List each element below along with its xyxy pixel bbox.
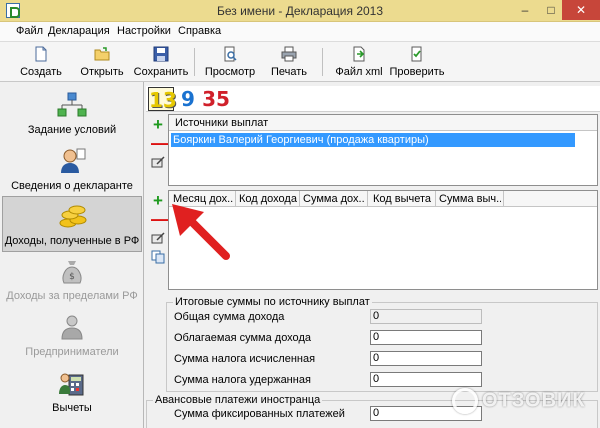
col-deduction-sum[interactable]: Сумма выч... bbox=[439, 193, 501, 205]
money-bag-icon: $ bbox=[62, 261, 82, 284]
preview-label: Просмотр bbox=[204, 66, 256, 78]
create-label: Создать bbox=[20, 66, 62, 78]
minimize-button[interactable]: – bbox=[512, 0, 538, 20]
rate-13-tab[interactable]: 13 bbox=[148, 87, 177, 112]
save-label: Сохранить bbox=[133, 66, 189, 78]
printer-icon bbox=[281, 46, 297, 62]
title-bar: Без имени - Декларация 2013 – □ ✕ bbox=[0, 0, 600, 22]
tax-calculated-field[interactable]: 0 bbox=[370, 351, 482, 366]
rate-9-tab[interactable]: 9 bbox=[180, 87, 196, 111]
preview-button[interactable]: Просмотр bbox=[202, 44, 258, 80]
calculator-icon bbox=[59, 373, 84, 396]
section-navigation: Задание условий Сведения о декларанте До… bbox=[0, 82, 144, 428]
check-label: Проверить bbox=[389, 66, 445, 78]
nav-income-abroad-label: Доходы за пределами РФ bbox=[6, 290, 138, 302]
remove-income-button[interactable]: — bbox=[151, 210, 169, 228]
nav-conditions-label: Задание условий bbox=[27, 124, 117, 136]
taxable-income-field[interactable]: 0 bbox=[370, 330, 482, 345]
create-button[interactable]: Создать bbox=[14, 44, 68, 80]
income-panel: 13 9 35 + — Источники выплат Бояркин Вал… bbox=[146, 82, 600, 428]
totals-title: Итоговые суммы по источнику выплат bbox=[173, 296, 372, 308]
window-title: Без имени - Декларация 2013 bbox=[216, 4, 384, 18]
tax-calculated-label: Сумма налога исчисленная bbox=[174, 353, 316, 365]
toolbar: Создать Открыть Сохранить Просмотр Печат… bbox=[0, 42, 600, 82]
col-income-code[interactable]: Код дохода bbox=[239, 193, 299, 205]
close-button[interactable]: ✕ bbox=[562, 0, 600, 20]
add-source-button[interactable]: + bbox=[151, 116, 165, 133]
floppy-disk-icon bbox=[153, 46, 169, 62]
nav-entrepreneurs-label: Предприниматели bbox=[25, 346, 119, 358]
open-folder-icon bbox=[94, 47, 110, 61]
person-icon bbox=[61, 148, 86, 173]
preview-icon bbox=[224, 46, 237, 62]
save-button[interactable]: Сохранить bbox=[133, 44, 189, 80]
tax-rate-bar: 13 9 35 bbox=[146, 86, 600, 112]
copy-income-icon[interactable] bbox=[151, 250, 165, 264]
open-button[interactable]: Открыть bbox=[74, 44, 130, 80]
sources-header-label: Источники выплат bbox=[175, 117, 269, 129]
add-income-button[interactable]: + bbox=[151, 192, 165, 209]
coins-icon bbox=[59, 205, 87, 228]
edit-income-icon[interactable] bbox=[151, 232, 165, 244]
source-row-selected[interactable]: Бояркин Валерий Георгиевич (продажа квар… bbox=[171, 133, 575, 147]
nav-entrepreneurs[interactable]: Предприниматели bbox=[2, 308, 142, 364]
tax-withheld-label: Сумма налога удержанная bbox=[174, 374, 311, 386]
menu-declaration[interactable]: Декларация bbox=[48, 25, 110, 37]
nav-declarant-label: Сведения о декларанте bbox=[11, 180, 133, 192]
check-button[interactable]: Проверить bbox=[388, 44, 446, 80]
tax-withheld-field[interactable]: 0 bbox=[370, 372, 482, 387]
total-income-field: 0 bbox=[370, 309, 482, 324]
annotation-arrow-icon bbox=[172, 204, 230, 260]
businessman-icon bbox=[61, 315, 83, 340]
svg-text:$: $ bbox=[69, 272, 75, 282]
maximize-button[interactable]: □ bbox=[538, 0, 564, 20]
menu-file[interactable]: Файл bbox=[16, 25, 43, 37]
rate-35-tab[interactable]: 35 bbox=[202, 87, 230, 111]
xml-file-button[interactable]: Файл xml bbox=[332, 44, 386, 80]
nav-income-rf-label: Доходы, полученные в РФ bbox=[4, 235, 140, 247]
total-income-label: Общая сумма дохода bbox=[174, 311, 285, 323]
toolbar-separator bbox=[194, 48, 195, 76]
fixed-payments-label: Сумма фиксированных платежей bbox=[174, 408, 345, 420]
print-label: Печать bbox=[270, 66, 308, 78]
remove-source-button[interactable]: — bbox=[151, 134, 169, 152]
nav-declarant-info[interactable]: Сведения о декларанте bbox=[2, 142, 142, 198]
structure-icon bbox=[57, 92, 87, 117]
menu-bar: Файл Декларация Настройки Справка bbox=[0, 22, 600, 42]
nav-deductions-label: Вычеты bbox=[52, 402, 92, 414]
watermark-ring-icon bbox=[452, 388, 478, 414]
menu-help[interactable]: Справка bbox=[178, 25, 221, 37]
nav-deductions[interactable]: Вычеты bbox=[2, 364, 142, 420]
watermark-logo: ОТЗОВИК bbox=[452, 388, 586, 418]
col-income-sum[interactable]: Сумма дох... bbox=[303, 193, 365, 205]
watermark-text: ОТЗОВИК bbox=[482, 389, 586, 412]
nav-income-abroad[interactable]: $ Доходы за пределами РФ bbox=[2, 252, 142, 308]
open-label: Открыть bbox=[80, 66, 124, 78]
xml-file-icon bbox=[353, 46, 365, 62]
nav-conditions[interactable]: Задание условий bbox=[2, 86, 142, 142]
check-document-icon bbox=[411, 46, 422, 62]
taxable-income-label: Облагаемая сумма дохода bbox=[174, 332, 311, 344]
toolbar-separator bbox=[322, 48, 323, 76]
nav-income-rf[interactable]: Доходы, полученные в РФ bbox=[2, 196, 142, 252]
income-grid-header: Месяц дох... Код дохода Сумма дох... Код… bbox=[169, 191, 597, 207]
income-grid[interactable]: Месяц дох... Код дохода Сумма дох... Код… bbox=[168, 190, 598, 290]
edit-source-icon[interactable] bbox=[151, 156, 165, 168]
advance-title: Авансовые платежи иностранца bbox=[153, 394, 323, 406]
new-document-icon bbox=[35, 46, 47, 62]
col-deduction-code[interactable]: Код вычета bbox=[373, 193, 433, 205]
menu-settings[interactable]: Настройки bbox=[117, 25, 171, 37]
sources-grid[interactable]: Источники выплат Бояркин Валерий Георгие… bbox=[168, 114, 598, 186]
xml-file-label: Файл xml bbox=[335, 66, 383, 78]
sources-grid-header: Источники выплат bbox=[169, 115, 597, 131]
print-button[interactable]: Печать bbox=[264, 44, 314, 80]
